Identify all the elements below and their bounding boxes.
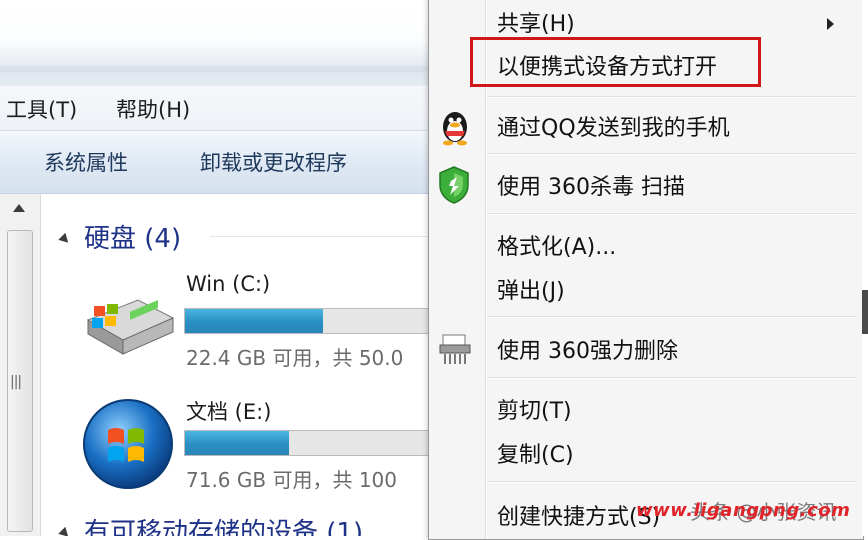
menu-item-eject[interactable]: 弹出(J) — [497, 273, 565, 305]
menu-item-eject-label: 弹出(J) — [497, 279, 565, 304]
drive-usage-bar-c — [184, 308, 430, 334]
menu-item-format-label: 格式化(A)... — [497, 235, 617, 260]
menu-tools[interactable]: 工具(T) — [6, 94, 77, 124]
drive-info-e: 71.6 GB 可用，共 100 — [186, 468, 397, 492]
submenu-arrow-icon — [827, 18, 834, 30]
system-properties-button[interactable]: 系统属性 — [44, 147, 128, 177]
collapse-arrow-icon[interactable] — [58, 526, 72, 536]
menu-separator — [487, 481, 857, 483]
window-title-area — [0, 0, 430, 86]
drive-name-c[interactable]: Win (C:) — [186, 272, 270, 296]
drive-usage-fill-e — [185, 431, 289, 455]
menu-item-scan-360[interactable]: 使用 360杀毒 扫描 — [497, 169, 685, 201]
drive-name-e[interactable]: 文档 (E:) — [186, 396, 271, 426]
shredder-icon — [439, 334, 471, 364]
windows-logo-icon[interactable] — [80, 396, 176, 492]
group-header-removable[interactable]: 有可移动存储的设备 (1) — [58, 512, 364, 536]
menu-separator — [487, 316, 857, 318]
menu-item-delete-360-label: 使用 360强力删除 — [497, 339, 678, 364]
highlight-annotation-box — [470, 37, 761, 87]
menu-item-format[interactable]: 格式化(A)... — [497, 229, 616, 261]
menu-separator — [487, 153, 857, 155]
windows-drive-icon[interactable] — [78, 290, 178, 360]
menu-item-copy[interactable]: 复制(C) — [497, 437, 574, 469]
collapse-arrow-icon[interactable] — [58, 232, 72, 247]
menu-separator — [487, 377, 857, 379]
menu-item-cut[interactable]: 剪切(T) — [497, 393, 572, 425]
scroll-up-arrow-icon[interactable] — [13, 204, 25, 212]
navigation-scrollbar[interactable]: ||| — [0, 194, 41, 536]
menu-item-copy-label: 复制(C) — [497, 443, 574, 468]
group-title-removable: 有可移动存储的设备 (1) — [84, 518, 364, 536]
drive-usage-bar-e — [184, 430, 430, 456]
menu-separator — [487, 213, 857, 215]
group-title-hard-disks: 硬盘 (4) — [84, 224, 182, 254]
menu-item-send-qq-label: 通过QQ发送到我的手机 — [497, 116, 730, 141]
menu-separator — [487, 96, 857, 98]
menu-item-share-label: 共享(H) — [497, 12, 575, 37]
watermark-site: www.ligangpng.com — [636, 500, 851, 521]
command-bar: 系统属性 卸载或更改程序 — [0, 131, 430, 194]
drive-info-c: 22.4 GB 可用，共 50.0 — [186, 346, 404, 370]
window-edge — [862, 0, 868, 536]
group-header-hard-disks[interactable]: 硬盘 (4) — [58, 218, 182, 255]
edge-shadow — [862, 290, 868, 334]
menu-item-delete-360[interactable]: 使用 360强力删除 — [497, 333, 678, 365]
menu-item-share[interactable]: 共享(H) — [497, 6, 847, 37]
menu-item-send-qq[interactable]: 通过QQ发送到我的手机 — [497, 110, 730, 142]
group-divider — [210, 236, 430, 237]
drive-usage-fill-c — [185, 309, 323, 333]
menu-item-cut-label: 剪切(T) — [497, 399, 572, 424]
title-divider — [0, 66, 430, 72]
context-menu: 共享(H) 以便携式设备方式打开 通过QQ发送到我的手机 使用 360杀毒 扫描… — [428, 0, 864, 540]
uninstall-program-button[interactable]: 卸载或更改程序 — [200, 147, 347, 177]
menu-item-scan-360-label: 使用 360杀毒 扫描 — [497, 175, 685, 200]
scroll-grip-icon: ||| — [10, 374, 22, 390]
menu-bar: 工具(T) 帮助(H) — [0, 86, 430, 131]
qq-penguin-icon — [443, 112, 467, 146]
explorer-window: 工具(T) 帮助(H) 系统属性 卸载或更改程序 ||| 硬盘 (4) Win … — [0, 0, 430, 536]
menu-help[interactable]: 帮助(H) — [116, 94, 190, 124]
360-shield-icon — [439, 166, 469, 204]
